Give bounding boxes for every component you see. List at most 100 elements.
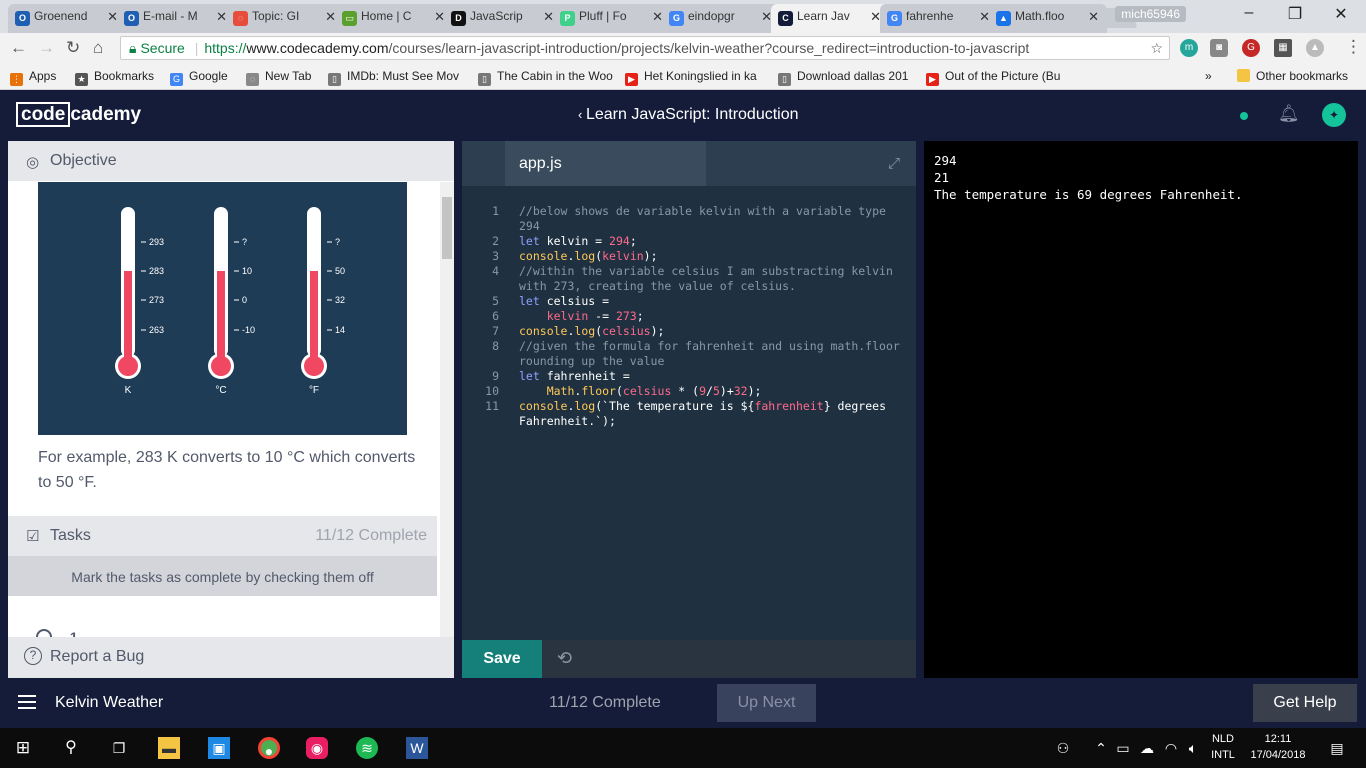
thermometers-svg: 293 283 273 263 K? 10 0 -10 °C? 50 32 14 °F: [115, 207, 345, 396]
window-user-badge[interactable]: mich65946: [1115, 6, 1186, 22]
bookmark-item[interactable]: ▯ The Cabin in the Woo: [478, 69, 613, 86]
search-icon[interactable]: ⚲: [60, 737, 82, 759]
get-help-button[interactable]: Get Help: [1253, 684, 1357, 722]
wifi-icon[interactable]: ◠: [1160, 737, 1182, 759]
up-next-button[interactable]: Up Next: [717, 684, 816, 722]
browser-tab[interactable]: Gfahrenhe ✕: [880, 4, 998, 33]
tab-favicon-icon: ▭: [342, 11, 357, 26]
camera-extension-icon[interactable]: ◙: [1210, 39, 1228, 57]
chrome-menu-icon[interactable]: ⋮: [1345, 37, 1362, 57]
bookmark-star-icon[interactable]: ☆: [1150, 37, 1163, 59]
menu-icon[interactable]: [18, 695, 36, 709]
bookmarks-overflow-icon[interactable]: »: [1205, 69, 1212, 83]
bookmark-item[interactable]: ▯ Download dallas 201: [778, 69, 908, 86]
bookmark-item[interactable]: ▯ IMDb: Must See Mov: [328, 69, 459, 86]
task-view-icon[interactable]: ❐: [108, 737, 130, 759]
course-title-link[interactable]: ‹ Learn JavaScript: Introduction: [578, 106, 799, 124]
scroll-thumb[interactable]: [442, 197, 452, 259]
code-line[interactable]: 1 //below shows de variable kelvin with a…: [462, 204, 916, 234]
thermometer: ? 10 0 -10 °C: [208, 207, 255, 396]
browser-tab[interactable]: ◌ Topic: GI ✕: [226, 4, 344, 33]
tab-title: Home | C: [361, 9, 412, 23]
instructions-scrollbar[interactable]: [440, 182, 454, 637]
expand-icon[interactable]: ⤢: [888, 155, 900, 172]
film-extension-icon[interactable]: ▦: [1274, 39, 1292, 57]
spotify-icon[interactable]: ≋: [356, 737, 378, 759]
battery-icon[interactable]: ▭: [1112, 737, 1134, 759]
minimize-icon[interactable]: –: [1226, 4, 1272, 22]
code-line[interactable]: 5 let celsius =: [462, 294, 916, 309]
restore-icon[interactable]: ❐: [1272, 4, 1318, 24]
code-line[interactable]: 10 Math.floor(celsius * (9/5)+32);: [462, 384, 916, 399]
tab-favicon-icon: O: [124, 11, 139, 26]
browser-tab[interactable]: Geindopgr ✕: [662, 4, 780, 33]
windows-start-icon[interactable]: ⊞: [12, 737, 34, 759]
cloud-icon[interactable]: ☁: [1136, 737, 1158, 759]
bookmark-item[interactable]: ★ Bookmarks: [75, 69, 154, 86]
store-icon[interactable]: ▣: [208, 737, 230, 759]
app-icon[interactable]: ◉: [306, 737, 328, 759]
tab-title: Learn Jav: [797, 9, 850, 23]
people-icon[interactable]: ⚇: [1052, 737, 1074, 759]
close-window-icon[interactable]: ✕: [1318, 4, 1364, 24]
codecademy-logo[interactable]: code cademy: [16, 102, 141, 127]
logo-code: code: [16, 102, 71, 127]
language-indicator[interactable]: NLD INTL: [1208, 733, 1238, 761]
bookmark-item[interactable]: ▶ Het Koningslied in ka: [625, 69, 757, 86]
word-icon[interactable]: W: [406, 737, 428, 759]
code-line[interactable]: 9 let fahrenheit =: [462, 369, 916, 384]
tab-title: eindopgr: [688, 9, 735, 23]
drive-extension-icon[interactable]: ▲: [1306, 39, 1324, 57]
reload-icon[interactable]: ↻: [66, 38, 80, 58]
star-icon: ★: [75, 73, 88, 86]
volume-icon[interactable]: 🔈︎: [1182, 737, 1204, 759]
browser-tab[interactable]: O E-mail - M ✕: [117, 4, 235, 33]
bookmark-item[interactable]: ⋮ Apps: [10, 69, 56, 86]
browser-tab[interactable]: P Pluff | Fo ✕: [553, 4, 671, 33]
tray-chevron-icon[interactable]: ⌃: [1090, 737, 1112, 759]
tasks-header[interactable]: ☑ Tasks 11/12 Complete: [8, 516, 437, 556]
url-input[interactable]: 🔒︎ Secure | https://www.codecademy.com/cou…: [120, 36, 1170, 60]
code-line[interactable]: 2 let kelvin = 294;: [462, 234, 916, 249]
extension-m-icon[interactable]: m: [1180, 39, 1198, 57]
reset-icon[interactable]: ⟲: [557, 648, 572, 669]
objective-heading: Objective: [50, 152, 117, 169]
extension-badge-icon[interactable]: G: [1242, 39, 1260, 57]
back-icon[interactable]: ←: [10, 38, 27, 58]
code-line[interactable]: 8 //given the formula for fahrenheit and …: [462, 339, 916, 369]
avatar[interactable]: ✦: [1322, 103, 1346, 127]
code-area[interactable]: 1 //below shows de variable kelvin with a…: [462, 204, 916, 429]
browser-tab[interactable]: ▭ Home | C ✕: [335, 4, 453, 33]
file-tab-app-js[interactable]: app.js: [505, 141, 706, 186]
other-bookmarks[interactable]: Other bookmarks: [1237, 69, 1348, 83]
chrome-icon[interactable]: ●: [258, 737, 280, 759]
file-explorer-icon[interactable]: ▬: [158, 737, 180, 759]
bookmark-item[interactable]: ▶ Out of the Picture (Bu: [926, 69, 1060, 86]
browser-tab[interactable]: C Learn Jav ✕: [771, 4, 889, 33]
forward-icon[interactable]: →: [38, 38, 55, 58]
bookmark-item[interactable]: G Google: [170, 69, 228, 86]
code-line[interactable]: 7 console.log(celsius);: [462, 324, 916, 339]
notifications-icon[interactable]: ▤: [1326, 737, 1348, 759]
clock[interactable]: 12:11 17/04/2018: [1246, 733, 1310, 761]
thermometer-tick-label: 273: [149, 295, 164, 305]
save-button[interactable]: Save: [462, 640, 542, 678]
home-icon[interactable]: ⌂: [93, 38, 103, 58]
code-line[interactable]: 6 kelvin -= 273;: [462, 309, 916, 324]
bookmark-item[interactable]: ◌ New Tab: [246, 69, 311, 86]
report-bug-button[interactable]: ? Report a Bug: [8, 637, 454, 678]
line-number: 5: [492, 294, 499, 308]
address-toolbar: ← → ↻ ⌂ 🔒︎ Secure | https://www.codecademy…: [0, 33, 1366, 63]
chevron-left-icon: ‹: [578, 107, 586, 122]
code-line[interactable]: 11 console.log(`The temperature is ${fahr…: [462, 399, 916, 429]
tab-title: fahrenhe: [906, 9, 954, 23]
browser-tab[interactable]: O Groenend ✕: [8, 4, 126, 33]
thermometer-unit-label: °C: [215, 385, 226, 396]
bell-icon[interactable]: 🔔︎: [1278, 104, 1300, 124]
code-line[interactable]: 4 //within the variable celsius I am subs…: [462, 264, 916, 294]
objective-header[interactable]: ◎ Objective: [8, 141, 454, 181]
browser-tab[interactable]: ▲ Math.floo ✕: [989, 4, 1107, 33]
code-line[interactable]: 3 console.log(kelvin);: [462, 249, 916, 264]
terminal-line: The temperature is 69 degrees Fahrenheit…: [934, 187, 1243, 202]
browser-tab[interactable]: D JavaScrip ✕: [444, 4, 562, 33]
